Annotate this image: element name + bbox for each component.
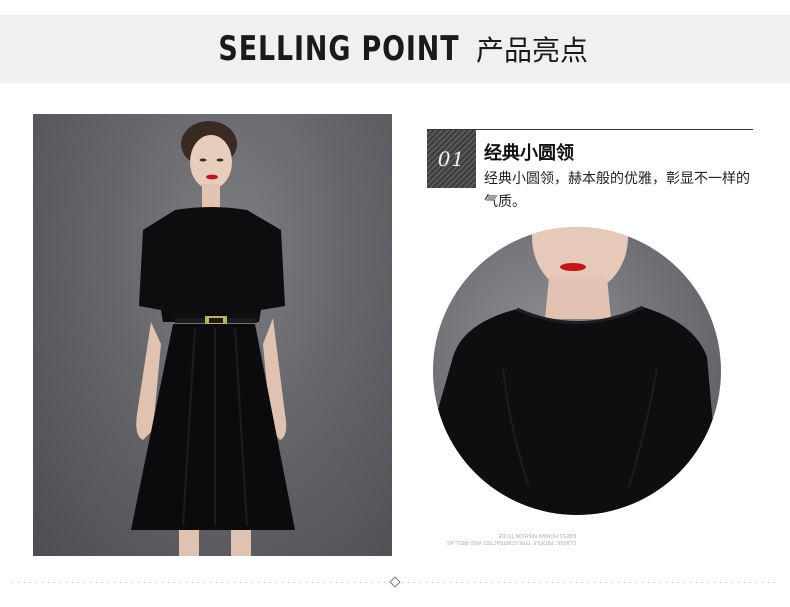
watermark-caption: CLASSIC PROFILE TYPE CONTRACTED AND WELL… (447, 531, 576, 545)
page-title: SELLING POINT 产品亮点 (0, 15, 790, 83)
neckline-closeup-illustration (433, 227, 721, 515)
feature-description: 经典小圆领，赫本般的优雅，彰显不一样的气质。 (484, 171, 750, 210)
product-photo-full (33, 114, 392, 556)
title-english: SELLING POINT (218, 29, 460, 69)
feature-number: 01 (437, 147, 466, 171)
caption-line-1: CLASSIC PROFILE TYPE CONTRACTED AND WELL… (447, 539, 577, 545)
feature-number-badge: 01 (427, 130, 476, 188)
caption-line-2: DRESS HUMAN FASHION TO DE (498, 532, 577, 538)
header-band: SELLING POINT 产品亮点 (0, 15, 790, 83)
neckline-detail-photo (433, 227, 721, 515)
title-chinese: 产品亮点 (475, 34, 588, 67)
feature-title: 经典小圆领 (484, 143, 574, 164)
model-illustration (131, 121, 295, 556)
diamond-icon (389, 576, 401, 588)
divider-ornament (388, 575, 402, 589)
